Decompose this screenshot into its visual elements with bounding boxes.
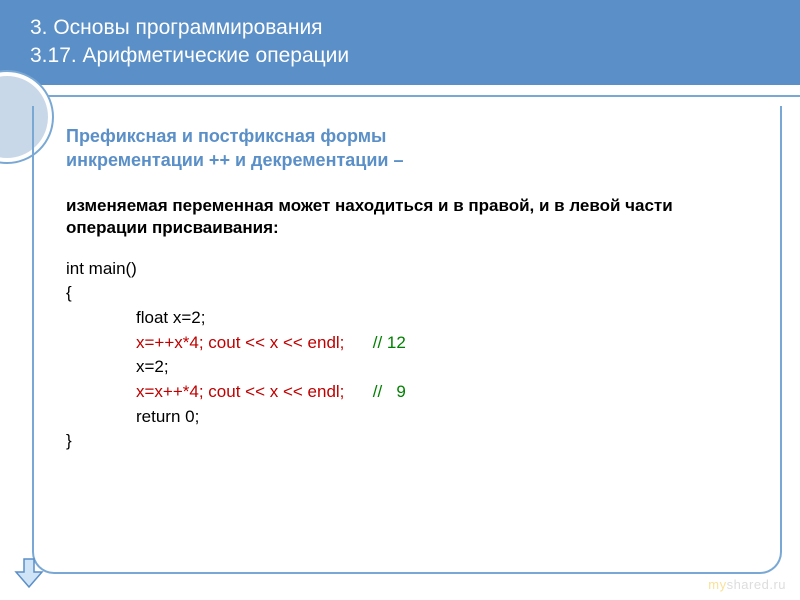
code-block: int main() { float x=2; x=++x*4; cout <<… [66,257,756,454]
code-line: x=++x*4; cout << x << endl; // 12 [66,331,756,356]
code-line: int main() [66,257,756,282]
watermark: myshared.ru [708,577,786,592]
code-line: x=x++*4; cout << x << endl; // 9 [66,380,756,405]
code-line: x=2; [66,355,756,380]
subtitle: Префиксная и постфиксная формы инкремент… [66,124,756,173]
code-line: } [66,429,756,454]
down-arrow-icon [12,556,46,590]
content-frame: Префиксная и постфиксная формы инкремент… [32,106,782,574]
code-line: { [66,281,756,306]
code-red: x=++x*4; cout << x << endl; [136,333,344,352]
subtitle-line-1: Префиксная и постфиксная формы [66,124,756,148]
header-line-1: 3. Основы программирования [30,14,780,42]
header-line-2: 3.17. Арифметические операции [30,42,780,70]
subtitle-line-2: инкрементации ++ и декрементации – [66,148,756,172]
code-comment: // 12 [373,333,406,352]
description-paragraph: изменяемая переменная может находиться и… [66,195,756,239]
code-comment: // 9 [373,382,406,401]
slide-header: 3. Основы программирования 3.17. Арифмет… [0,0,800,85]
watermark-rest: shared.ru [727,577,786,592]
header-divider [0,95,800,97]
code-line: return 0; [66,405,756,430]
watermark-my: my [708,577,726,592]
code-line: float x=2; [66,306,756,331]
code-red: x=x++*4; cout << x << endl; [136,382,344,401]
